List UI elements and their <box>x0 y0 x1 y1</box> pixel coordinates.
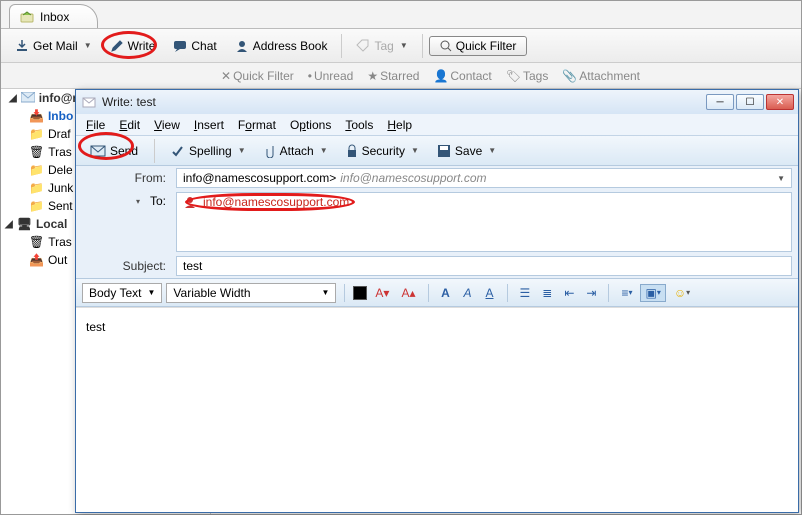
chevron-down-icon: ▼ <box>777 174 785 183</box>
message-body[interactable]: test <box>76 307 798 512</box>
inbox-icon <box>20 10 34 24</box>
folder-icon: 📁 <box>29 163 44 177</box>
attach-button[interactable]: Attach ▼ <box>258 141 334 161</box>
emoji-button[interactable]: ☺▾ <box>670 285 694 301</box>
chevron-down-icon: ▼ <box>238 146 246 155</box>
separator <box>154 139 155 163</box>
folder-icon: 📁 <box>29 181 44 195</box>
insert-button[interactable]: ▣▾ <box>640 284 665 302</box>
send-icon <box>90 144 106 158</box>
save-icon <box>437 144 451 158</box>
trash-icon: 🗑 <box>29 145 44 159</box>
separator <box>341 34 342 58</box>
tag-icon <box>356 39 370 53</box>
menu-edit[interactable]: Edit <box>119 118 140 132</box>
recipient-address: info@namescosupport.com <box>203 195 349 209</box>
download-icon <box>15 39 29 53</box>
filter-tags[interactable]: 🏷 Tags <box>506 69 549 83</box>
menu-insert[interactable]: Insert <box>194 118 224 132</box>
save-button[interactable]: Save ▼ <box>431 141 502 161</box>
spelling-button[interactable]: Spelling ▼ <box>165 141 252 161</box>
chevron-down-icon: ▼ <box>147 288 155 297</box>
indent-button[interactable]: ⇥ <box>582 285 600 301</box>
separator <box>344 284 345 302</box>
security-button[interactable]: Security ▼ <box>340 141 425 161</box>
font-family-select[interactable]: Variable Width▼ <box>166 283 336 303</box>
from-label: From: <box>76 171 176 185</box>
from-field[interactable]: info@namescosupport.com> info@namescosup… <box>176 168 792 188</box>
chat-icon <box>173 39 187 53</box>
number-list-button[interactable]: ≣ <box>538 285 556 301</box>
lock-icon <box>346 144 358 158</box>
compose-window: Write: test ─ ☐ ✕ File Edit View Insert … <box>75 89 799 513</box>
person-icon <box>235 39 249 53</box>
paragraph-style-select[interactable]: Body Text▼ <box>82 283 162 303</box>
to-label: To: <box>150 194 166 208</box>
separator <box>428 284 429 302</box>
bold-button[interactable]: A <box>437 285 455 301</box>
font-smaller-button[interactable]: A▾ <box>371 285 393 301</box>
twisty-icon: ◢ <box>5 219 13 230</box>
close-button[interactable]: ✕ <box>766 94 794 110</box>
chevron-down-icon: ▼ <box>321 288 329 297</box>
chevron-down-icon: ▼ <box>320 146 328 155</box>
mail-icon <box>21 92 35 104</box>
computer-icon: 🖥 <box>17 217 32 231</box>
align-button[interactable]: ≡▾ <box>617 285 636 301</box>
tag-button[interactable]: Tag ▼ <box>348 36 415 56</box>
menu-tools[interactable]: Tools <box>345 118 373 132</box>
separator <box>608 284 609 302</box>
paperclip-icon <box>264 144 276 158</box>
get-mail-button[interactable]: Get Mail ▼ <box>7 36 100 56</box>
separator <box>507 284 508 302</box>
menu-format[interactable]: Format <box>238 118 276 132</box>
menu-options[interactable]: Options <box>290 118 331 132</box>
filter-unread[interactable]: • Unread <box>308 69 354 83</box>
address-book-button[interactable]: Address Book <box>227 36 336 56</box>
chevron-down-icon: ▼ <box>411 146 419 155</box>
text-color-button[interactable] <box>353 286 367 300</box>
window-title: Write: test <box>102 95 156 109</box>
menu-view[interactable]: View <box>154 118 180 132</box>
menu-file[interactable]: File <box>86 118 105 132</box>
font-larger-button[interactable]: A▴ <box>397 285 419 301</box>
trash-icon: 🗑 <box>29 235 44 249</box>
chevron-down-icon: ▼ <box>84 41 92 50</box>
chevron-down-icon: ▼ <box>400 41 408 50</box>
underline-button[interactable]: A <box>481 285 499 301</box>
subject-label: Subject: <box>76 259 176 273</box>
inbox-icon: 📥 <box>29 109 44 123</box>
contact-icon <box>183 195 197 209</box>
tab-label: Inbox <box>40 10 69 24</box>
folder-icon: 📁 <box>29 127 44 141</box>
subject-field[interactable]: test <box>176 256 792 276</box>
filter-quick[interactable]: ✕ Quick Filter <box>221 69 294 83</box>
twisty-icon: ◢ <box>9 93 17 104</box>
italic-button[interactable]: A <box>459 285 477 301</box>
search-icon <box>440 40 452 52</box>
pencil-icon <box>110 39 124 53</box>
bullet-list-button[interactable]: ☰ <box>516 285 535 301</box>
maximize-button[interactable]: ☐ <box>736 94 764 110</box>
chevron-down-icon: ▼ <box>488 146 496 155</box>
to-field[interactable]: info@namescosupport.com <box>176 192 792 252</box>
recipient-type-dropdown[interactable]: ▾ <box>130 197 146 206</box>
outbox-icon: 📤 <box>29 253 44 267</box>
separator <box>422 34 423 58</box>
filter-contact[interactable]: 👤 Contact <box>433 69 491 83</box>
filter-starred[interactable]: ★ Starred <box>367 69 419 83</box>
write-button[interactable]: Write <box>102 36 164 56</box>
send-button[interactable]: Send <box>84 141 144 161</box>
chat-button[interactable]: Chat <box>165 36 224 56</box>
outdent-button[interactable]: ⇤ <box>560 285 578 301</box>
quick-filter-button[interactable]: Quick Filter <box>429 36 528 56</box>
menu-help[interactable]: Help <box>387 118 412 132</box>
tab-inbox[interactable]: Inbox <box>9 4 98 28</box>
filter-attachment[interactable]: 📎 Attachment <box>562 69 640 83</box>
folder-icon: 📁 <box>29 199 44 213</box>
check-icon <box>171 144 185 158</box>
compose-icon <box>82 95 96 109</box>
minimize-button[interactable]: ─ <box>706 94 734 110</box>
